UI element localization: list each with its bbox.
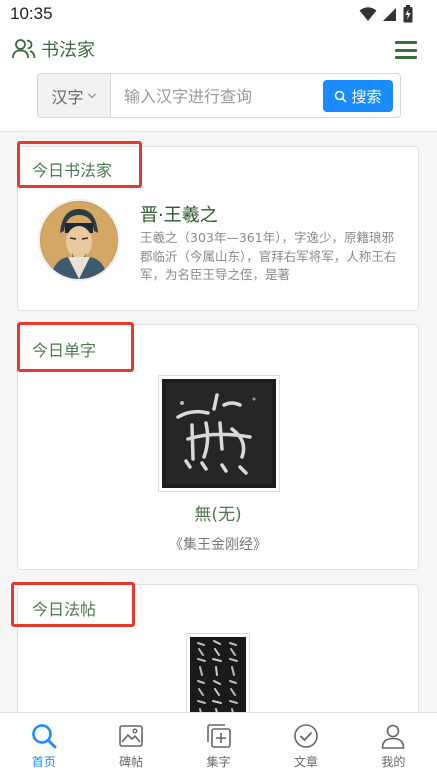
red-highlight-box xyxy=(11,582,135,627)
search-input[interactable] xyxy=(124,83,314,109)
nav-item-copybooks[interactable]: 碑帖 xyxy=(87,713,174,777)
search-category-label: 汉字 xyxy=(51,87,84,107)
chevron-down-icon xyxy=(87,93,96,98)
calligrapher-name[interactable]: 晋·王羲之 xyxy=(140,201,218,227)
search-button[interactable]: 搜索 xyxy=(323,80,393,112)
character-image[interactable] xyxy=(158,375,280,492)
nav-item-articles[interactable]: 文章 xyxy=(262,713,349,777)
character-name[interactable]: 無(无) xyxy=(18,500,418,525)
bottom-nav: 首页 碑帖 集字 文章 我的 xyxy=(0,712,437,777)
menu-button[interactable] xyxy=(395,41,417,59)
check-circle-icon xyxy=(294,724,318,748)
status-bar: 10:35 xyxy=(0,0,437,30)
status-icons xyxy=(359,5,413,23)
nav-label: 文章 xyxy=(293,755,318,769)
search-icon xyxy=(335,90,348,103)
red-highlight-box xyxy=(17,141,142,188)
brand: 书法家 xyxy=(12,36,95,62)
nav-label: 碑帖 xyxy=(119,755,144,769)
wifi-icon xyxy=(359,7,377,21)
red-highlight-box xyxy=(17,322,134,372)
calligrapher-bio: 王羲之（303年—361年），字逸少，原籍琅邪郡临沂（今属山东），官拜右军将军，… xyxy=(140,230,397,282)
nav-label: 首页 xyxy=(31,755,56,769)
user-icon xyxy=(382,724,405,749)
search-category-select[interactable]: 汉字 xyxy=(38,74,111,117)
nav-item-collect-characters[interactable]: 集字 xyxy=(175,713,262,777)
nav-label: 我的 xyxy=(381,755,406,769)
image-icon xyxy=(119,725,143,747)
menu-icon-bar xyxy=(395,56,417,59)
battery-icon xyxy=(403,5,413,23)
search-box: 汉字 搜索 xyxy=(37,73,401,118)
nav-item-profile[interactable]: 我的 xyxy=(350,713,437,777)
users-icon xyxy=(12,39,36,59)
app-bar: 书法家 xyxy=(0,30,437,72)
signal-icon xyxy=(383,8,396,21)
menu-icon-bar xyxy=(395,41,417,44)
nav-item-home[interactable]: 首页 xyxy=(0,713,87,777)
nav-label: 集字 xyxy=(206,755,231,769)
search-icon xyxy=(31,724,57,749)
search-button-label: 搜索 xyxy=(351,87,382,106)
menu-icon-bar xyxy=(395,48,417,52)
search-area: 汉字 搜索 xyxy=(0,72,437,132)
status-time: 10:35 xyxy=(10,4,53,23)
add-square-icon xyxy=(206,724,231,748)
app-title: 书法家 xyxy=(41,40,95,61)
calligrapher-portrait xyxy=(38,199,120,281)
character-source: 《集王金刚经》 xyxy=(169,537,267,553)
